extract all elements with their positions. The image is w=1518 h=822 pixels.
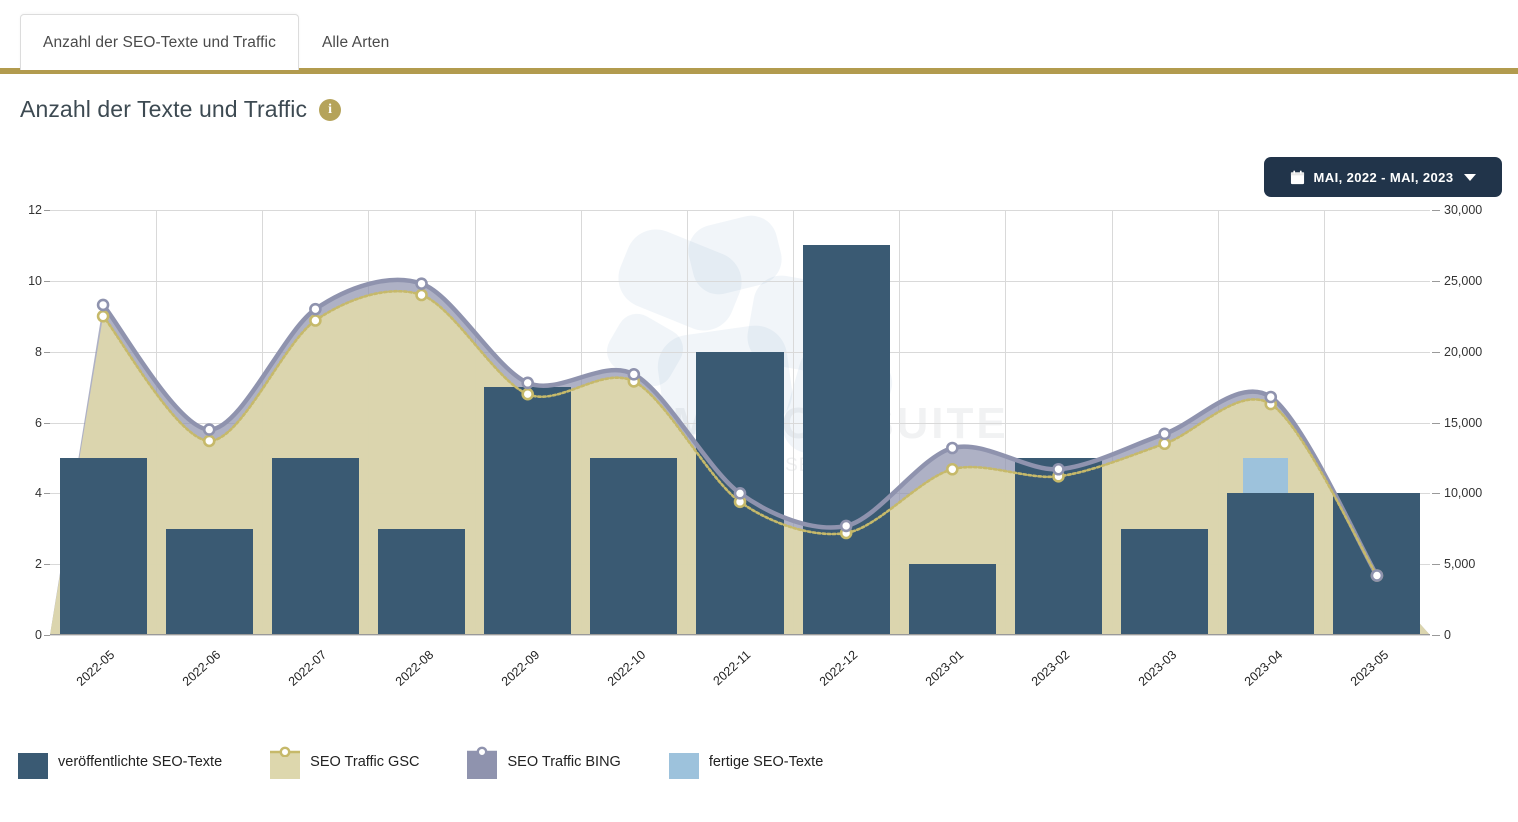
x-axis-tick-label: 2022-08 (392, 647, 436, 689)
x-axis-line (50, 634, 1430, 635)
legend-item-3[interactable]: fertige SEO-Texte (668, 745, 824, 779)
y-axis-right-tickmark (1432, 493, 1440, 495)
bar-published-seo-texts[interactable] (1121, 528, 1209, 635)
x-axis-tick-label: 2022-10 (604, 647, 649, 689)
y-axis-right-tickmark (1432, 422, 1440, 424)
y-axis-left-tick: 0 (35, 628, 42, 642)
x-axis-tick-label: 2023-02 (1029, 647, 1073, 689)
y-axis-right-tickmark (1432, 210, 1440, 211)
chart-legend: veröffentlichte SEO-Texte SEO Traffic GSC… (18, 745, 871, 779)
y-axis-right-tick: 10,000 (1444, 486, 1483, 501)
y-axis-right-tick: 0 (1444, 628, 1451, 642)
x-axis-tick-label: 2022-05 (73, 647, 118, 689)
info-icon[interactable]: i (319, 98, 342, 121)
legend-swatch (467, 745, 498, 779)
bar-published-seo-texts[interactable] (484, 387, 572, 635)
y-axis-right-tick: 20,000 (1444, 344, 1483, 359)
legend-item-2[interactable]: SEO Traffic BING (467, 745, 621, 779)
bar-published-seo-texts[interactable] (1014, 457, 1102, 635)
bar-finished-seo-texts[interactable] (1242, 457, 1289, 494)
x-axis-tick-label: 2023-04 (1241, 647, 1286, 689)
legend-swatch (18, 745, 48, 779)
bar-published-seo-texts[interactable] (1227, 493, 1315, 635)
chevron-down-icon (1464, 173, 1477, 181)
legend-label: veröffentlichte SEO-Texte (58, 754, 223, 770)
tab-bar: Anzahl der SEO-Texte und Traffic Alle Art… (0, 0, 1518, 74)
x-axis-tick-label: 2023-01 (923, 647, 967, 689)
bar-published-seo-texts[interactable] (696, 351, 784, 635)
bar-published-seo-texts[interactable] (1333, 493, 1421, 635)
y-axis-right-tickmark (1432, 635, 1440, 636)
x-axis-labels: 2022-05 2022-06 2022-07 2022-08 2022-09 2022-… (50, 645, 1430, 715)
y-axis-right-tick: 5,000 (1444, 557, 1476, 572)
bar-published-seo-texts[interactable] (59, 457, 147, 635)
legend-label: SEO Traffic BING (507, 754, 621, 770)
y-axis-right-tickmark (1432, 564, 1440, 566)
tab-list: Anzahl der SEO-Texte und Traffic Alle Art… (20, 14, 412, 70)
page-title: Anzahl der Texte und Traffic (20, 96, 308, 122)
y-axis-left-tickmark (44, 210, 50, 211)
legend-item-0[interactable]: veröffentlichte SEO-Texte (18, 745, 222, 779)
bar-published-seo-texts[interactable] (908, 564, 996, 635)
y-axis-left-tickmark (44, 564, 50, 566)
legend-item-1[interactable]: SEO Traffic GSC (270, 745, 419, 779)
y-axis-left-tickmark (44, 635, 50, 636)
x-axis-tick-label: 2023-05 (1347, 647, 1392, 689)
y-axis-left-tickmark (44, 422, 50, 424)
y-axis-left-tick: 4 (35, 486, 42, 501)
y-axis-left-tickmark (44, 351, 50, 353)
bar-published-seo-texts[interactable] (271, 457, 359, 635)
y-axis-left-tick: 2 (35, 557, 42, 572)
tab-0[interactable]: Anzahl der SEO-Texte und Traffic (20, 14, 299, 70)
legend-label: SEO Traffic GSC (310, 754, 420, 770)
x-axis-tick-label: 2022-07 (286, 647, 330, 689)
y-axis-right-tick: 25,000 (1444, 273, 1483, 288)
legend-swatch (270, 745, 301, 779)
plot-area: PERFORMANCE SUITE The Future of SEO (50, 210, 1430, 636)
gridline-horizontal (50, 635, 1430, 636)
y-axis-left-tick: 6 (35, 415, 42, 430)
chart-container: PERFORMANCE SUITE The Future of SEO 0 2 4 6… (0, 203, 1518, 705)
chart-page: Anzahl der SEO-Texte und Traffic Alle Art… (0, 0, 1518, 822)
bar-published-seo-texts[interactable] (378, 528, 466, 635)
x-axis-tick-label: 2022-06 (180, 647, 224, 689)
y-axis-left-tick: 10 (28, 273, 42, 288)
legend-marker-icon (467, 746, 498, 757)
x-axis-tick-label: 2022-11 (710, 647, 754, 689)
bar-published-seo-texts[interactable] (802, 245, 890, 635)
y-axis-right-tick: 15,000 (1444, 415, 1483, 430)
bar-published-seo-texts[interactable] (165, 528, 253, 635)
legend-marker-icon (270, 746, 301, 757)
y-axis-left-tick: 8 (35, 344, 42, 359)
bar-series (50, 210, 1430, 635)
date-range-button[interactable]: MAI, 2022 - MAI, 2023 (1264, 157, 1502, 197)
bar-published-seo-texts[interactable] (590, 457, 678, 635)
y-axis-right-tickmark (1432, 280, 1440, 282)
y-axis-left-tickmark (44, 280, 50, 282)
date-range-label: MAI, 2022 - MAI, 2023 (1313, 169, 1454, 185)
y-axis-left-tickmark (44, 493, 50, 495)
tab-1[interactable]: Alle Arten (299, 14, 412, 70)
x-axis-tick-label: 2022-09 (498, 647, 542, 689)
y-axis-right-tickmark (1432, 351, 1440, 353)
page-title-row: Anzahl der Texte und Traffic i (20, 96, 342, 123)
y-axis-left-tick: 12 (28, 203, 42, 217)
x-axis-tick-label: 2023-03 (1135, 647, 1179, 689)
calendar-icon (1290, 170, 1305, 185)
legend-label: fertige SEO-Texte (708, 754, 824, 770)
legend-color-box (18, 753, 48, 779)
legend-swatch (668, 745, 699, 779)
x-axis-tick-label: 2022-12 (816, 647, 861, 689)
legend-color-box (668, 753, 699, 779)
y-axis-right-tick: 30,000 (1444, 203, 1483, 217)
